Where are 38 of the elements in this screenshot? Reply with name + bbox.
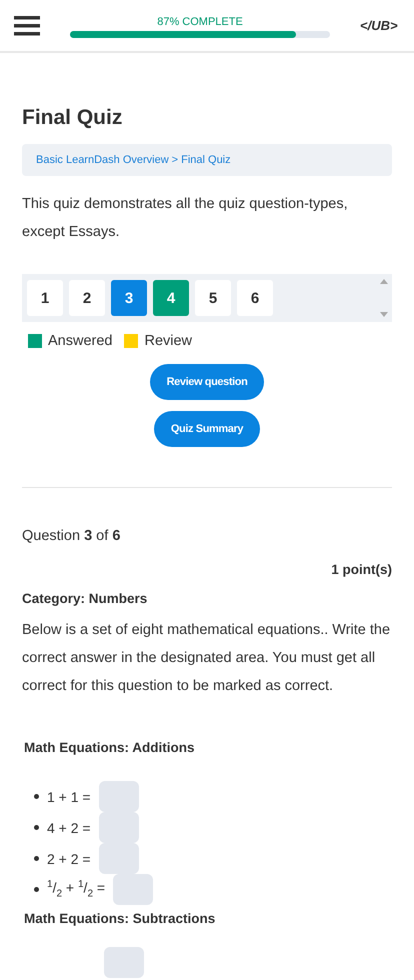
question-instructions: Below is a set of eight mathematical equations.. Write the correct answer in the designated area. You must get all correct for this question to be marked as correct.	[22, 621, 392, 696]
bullet-icon	[34, 794, 39, 799]
points-label: 1 point(s)	[330, 562, 392, 577]
question-number-button[interactable]: 1	[27, 280, 63, 316]
breadcrumb-link[interactable]: Final Quiz	[181, 154, 231, 166]
equation-text: 1 + 1 =	[47, 788, 91, 804]
question-number-button[interactable]: 2	[69, 280, 105, 316]
answer-field[interactable]	[104, 947, 144, 978]
question-number-button[interactable]: 3	[111, 280, 147, 316]
legend-label: Answered	[48, 333, 112, 349]
section-heading: Math Equations: Additions	[23, 740, 196, 755]
bullet-icon	[34, 856, 39, 861]
menu-icon[interactable]	[14, 16, 40, 36]
logo[interactable]: </UB>	[360, 18, 400, 33]
breadcrumb-link[interactable]: Basic LearnDash Overview	[36, 154, 169, 166]
scroll-up-icon[interactable]	[380, 279, 388, 284]
question-number-button[interactable]: 5	[195, 280, 231, 316]
answer-field[interactable]	[98, 843, 139, 874]
page-title: Final Quiz	[22, 106, 124, 130]
question-number-button[interactable]: 4	[153, 280, 189, 316]
equation-text: 2 + 2 =	[47, 850, 91, 866]
quiz-button[interactable]: Review question	[150, 364, 264, 400]
quiz-button[interactable]: Quiz Summary	[154, 411, 260, 447]
bullet-icon	[34, 825, 39, 830]
progress-label: 87% COMPLETE	[157, 16, 243, 28]
equation-text: 4 + 2 =	[47, 820, 91, 836]
question-number-button[interactable]: 6	[237, 280, 273, 316]
category-label: Category: Numbers	[22, 591, 148, 606]
legend-label: Review	[144, 333, 192, 349]
question-counter: Question 3 of 6	[22, 527, 122, 546]
scroll-down-icon[interactable]	[380, 312, 388, 317]
answer-field[interactable]	[98, 781, 139, 812]
quiz-description: This quiz demonstrates all the quiz question-types, except Essays.	[22, 195, 349, 242]
section-heading: Math Equations: Subtractions	[23, 911, 216, 926]
bullet-icon	[34, 887, 39, 892]
breadcrumb-separator: >	[172, 154, 178, 166]
equation-text: $^{1}$/$_{2}$ + $^{1}$/$_{2}$ =	[47, 879, 106, 900]
answer-field[interactable]	[113, 874, 154, 905]
